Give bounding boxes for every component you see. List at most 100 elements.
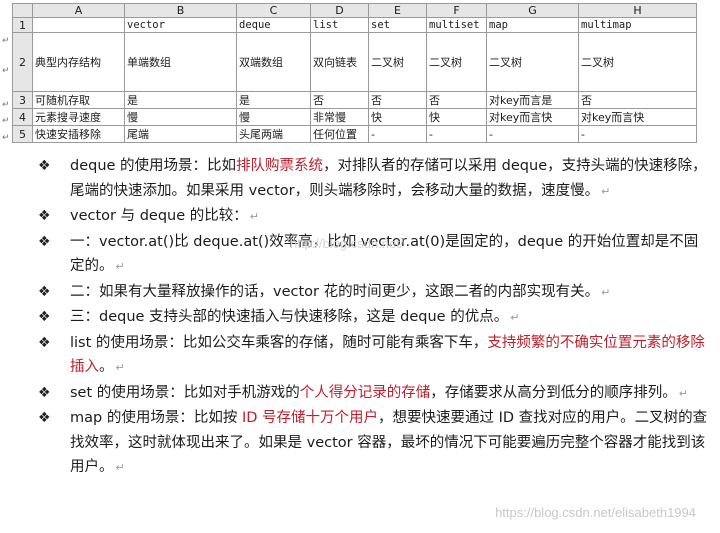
diamond-bullet-icon: ❖ [38,410,51,426]
para-mark: ↵ [2,116,10,126]
table-cell[interactable]: 双向链表 [310,32,369,92]
watermark-url: https://blog.csdn.net/elisabeth1994 [495,505,696,520]
table-cell[interactable]: map [486,17,579,33]
table-cell[interactable]: multiset [426,17,487,33]
diamond-bullet-icon: ❖ [38,283,51,300]
para-mark: ↵ [2,36,10,46]
bullet-compare-three: ❖ 三：deque 支持头部的快速插入与快速移除，这是 deque 的优点。 ↵ [38,305,708,331]
column-header[interactable]: A [32,3,125,18]
para-mark: ↵ [601,184,611,198]
table-cell[interactable]: 可随机存取 [32,91,125,109]
table-cell[interactable]: 元素搜寻速度 [32,108,125,126]
table-row: 5 快速安插移除 尾端 头尾两端 任何位置 - - - - [12,125,697,143]
table-cell[interactable]: 非常慢 [310,108,369,126]
bullet-text: ，存储要求从高分到低分的顺序排列。 [430,384,677,401]
table-row: 4 元素搜寻速度慢慢非常慢快快对key而言快 对key而言快 [12,108,697,126]
bullet-compare-two: ❖ 二：如果有大量释放操作的话，vector 花的时间更少，这跟二者的内部实现有关… [38,280,708,306]
para-mark: ↵ [249,210,259,223]
bullet-text: list 的使用场景：比如公交车乘客的存储，随时可能有乘客下车， [70,334,488,351]
table-cell[interactable]: 否 [578,91,697,109]
table-cell[interactable]: - [486,125,579,143]
table-cell[interactable]: 对key而言快 [486,108,579,126]
table-cell[interactable]: 是 [124,91,237,109]
para-mark: ↵ [601,285,611,299]
table-row: 3 可随机存取是是否否否对key而言是否 [12,91,697,109]
corner-cell[interactable] [12,3,33,18]
table-cell[interactable]: 否 [426,91,487,109]
para-mark: ↵ [2,133,10,143]
para-mark: ↵ [115,260,125,273]
diamond-bullet-icon: ❖ [38,233,51,250]
table-cell[interactable]: 单端数组 [124,32,237,92]
column-header[interactable]: H [578,3,697,18]
table-cell[interactable]: 快速安插移除 [32,125,125,143]
row-header[interactable]: 5 [12,125,33,143]
bullet-text: deque 的使用场景：比如 [70,158,237,174]
para-mark: ↵ [678,386,688,400]
table-cell[interactable]: 头尾两端 [236,125,311,143]
table-cell[interactable]: 否 [368,91,427,109]
column-header[interactable]: E [368,3,427,18]
table-cell[interactable]: 对key而言快 [578,108,697,126]
table-cell[interactable]: 是 [236,91,311,109]
para-mark: ↵ [115,461,125,474]
watermark-middle: http://blog.csdn.net/ [290,236,404,251]
comparison-table: A B C D E F G H 1 vector deque list set multiset map mu… [12,3,697,143]
diamond-bullet-icon: ❖ [38,309,51,325]
bullet-text: vector 与 deque 的比较： [70,208,248,224]
bullet-list: ❖ deque 的使用场景：比如排队购票系统，对排队者的存储可以采用 deque，… [38,154,708,481]
spreadsheet: A B C D E F G H 1 vector deque list set multiset map mu… [12,3,712,153]
bullet-vector-vs-deque: ❖ vector 与 deque 的比较： ↵ [38,204,708,230]
table-cell[interactable]: deque [236,17,311,33]
table-cell[interactable]: 典型内存结构 [32,32,125,92]
column-header[interactable]: C [236,3,311,18]
table-cell[interactable] [32,17,125,33]
table-cell[interactable]: 慢 [236,108,311,126]
table-cell[interactable]: 快 [426,108,487,126]
column-header[interactable]: D [310,3,369,18]
table-cell[interactable]: 否 [310,91,369,109]
table-cell[interactable]: 尾端 [124,125,237,143]
table-cell[interactable]: - [368,125,427,143]
table-cell[interactable]: 二叉树 [578,32,697,92]
bullet-text: 三：deque 支持头部的快速插入与快速移除，这是 deque 的优点。 [70,309,509,325]
bullet-list-use: ❖ list 的使用场景：比如公交车乘客的存储，随时可能有乘客下车，支持频繁的不确… [38,331,708,381]
table-cell[interactable]: 对key而言是 [486,91,579,109]
row-header[interactable]: 1 [12,17,33,33]
column-header-row: ABCDEFGH [12,3,697,18]
highlight-text: 个人得分记录的存储 [299,384,431,401]
table-row: 2 典型内存结构 单端数组 双端数组 双向链表 二叉树 二叉树 二叉树 二叉树 [12,32,697,92]
column-header[interactable]: G [486,3,579,18]
para-mark: ↵ [2,66,10,76]
table-cell[interactable]: - [426,125,487,143]
bullet-text: 二：如果有大量释放操作的话，vector 花的时间更少，这跟二者的内部实现有关。 [70,283,600,300]
column-header[interactable]: B [124,3,237,18]
diamond-bullet-icon: ❖ [38,384,51,401]
diamond-bullet-icon: ❖ [38,334,51,351]
table-cell[interactable]: 二叉树 [368,32,427,92]
table-cell[interactable]: list [310,17,369,33]
table-cell[interactable]: 慢 [124,108,237,126]
para-mark: ↵ [510,311,520,324]
para-mark: ↵ [115,361,125,374]
table-cell[interactable]: vector [124,17,237,33]
table-cell[interactable]: 二叉树 [486,32,579,92]
row-header[interactable]: 4 [12,108,33,126]
bullet-set-use: ❖ set 的使用场景：比如对手机游戏的个人得分记录的存储，存储要求从高分到低分的… [38,381,708,407]
bullet-text: set 的使用场景：比如对手机游戏的 [70,384,300,401]
column-header[interactable]: F [426,3,487,18]
row-header[interactable]: 2 [12,32,33,92]
table-cell[interactable]: - [578,125,697,143]
table-cell[interactable]: set [368,17,427,33]
table-cell[interactable]: 任何位置 [310,125,369,143]
bullet-text: 。 [99,359,114,375]
table-cell[interactable]: multimap [578,17,697,33]
row-header[interactable]: 3 [12,91,33,109]
highlight-text: 排队购票系统 [236,158,324,174]
table-cell[interactable]: 双端数组 [236,32,311,92]
paragraph-marks: ↵ ↵ ↵ ↵ ↵ [0,0,12,150]
table-cell[interactable]: 二叉树 [426,32,487,92]
table-cell[interactable]: 快 [368,108,427,126]
diamond-bullet-icon: ❖ [38,158,51,174]
table-row: 1 vector deque list set multiset map multimap [12,17,697,33]
